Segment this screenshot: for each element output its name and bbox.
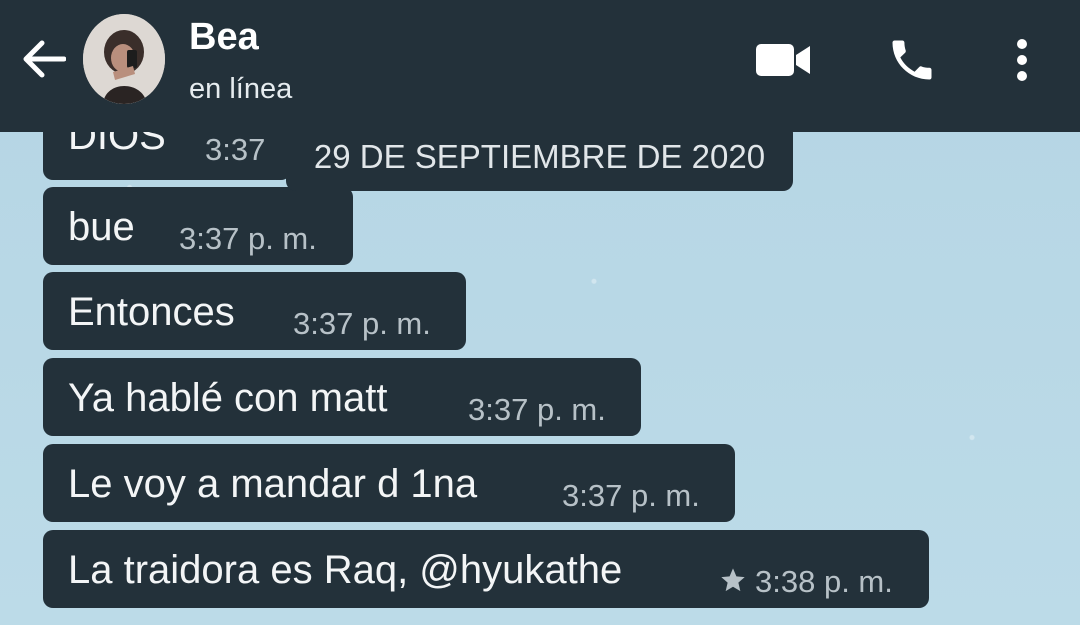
message-text: bue — [68, 205, 135, 249]
phone-icon[interactable] — [884, 32, 940, 88]
star-icon — [719, 566, 747, 602]
message-bubble[interactable]: La traidora es Raq, @hyukathe 3:38 p. m. — [43, 530, 929, 608]
date-chip-label: 29 DE SEPTIEMBRE DE 2020 — [313, 138, 766, 175]
message-time: 3:37 p. m. — [468, 392, 606, 427]
date-chip: 29 DE SEPTIEMBRE DE 2020 — [286, 123, 793, 191]
message-bubble[interactable]: Ya hablé con matt 3:37 p. m. — [43, 358, 641, 436]
message-bubble[interactable]: Le voy a mandar d 1na 3:37 p. m. — [43, 444, 735, 522]
contact-name[interactable]: Bea — [189, 16, 259, 59]
contact-status: en línea — [189, 73, 293, 105]
message-time: 3:37 p. m. — [293, 306, 431, 341]
back-arrow-icon[interactable] — [18, 36, 68, 82]
message-text: Le voy a mandar d 1na — [68, 462, 478, 506]
avatar[interactable] — [83, 14, 165, 104]
message-text: Entonces — [68, 290, 235, 334]
message-time: 3:38 p. m. — [755, 564, 893, 599]
chat-header: Bea en línea — [0, 0, 1080, 132]
message-time: 3:37 p. m. — [179, 221, 317, 256]
message-time: 3:37 p. m. — [562, 478, 700, 513]
message-bubble[interactable]: bue 3:37 p. m. — [43, 187, 353, 265]
message-time: 3:37 — [205, 132, 266, 167]
message-text: La traidora es Raq, @hyukathe — [68, 548, 623, 592]
more-vert-icon[interactable] — [1004, 36, 1040, 84]
message-text: Ya hablé con matt — [68, 376, 388, 420]
message-time-starred: 3:38 p. m. — [719, 564, 893, 600]
message-bubble[interactable]: Entonces 3:37 p. m. — [43, 272, 466, 350]
video-call-icon[interactable] — [752, 38, 814, 82]
